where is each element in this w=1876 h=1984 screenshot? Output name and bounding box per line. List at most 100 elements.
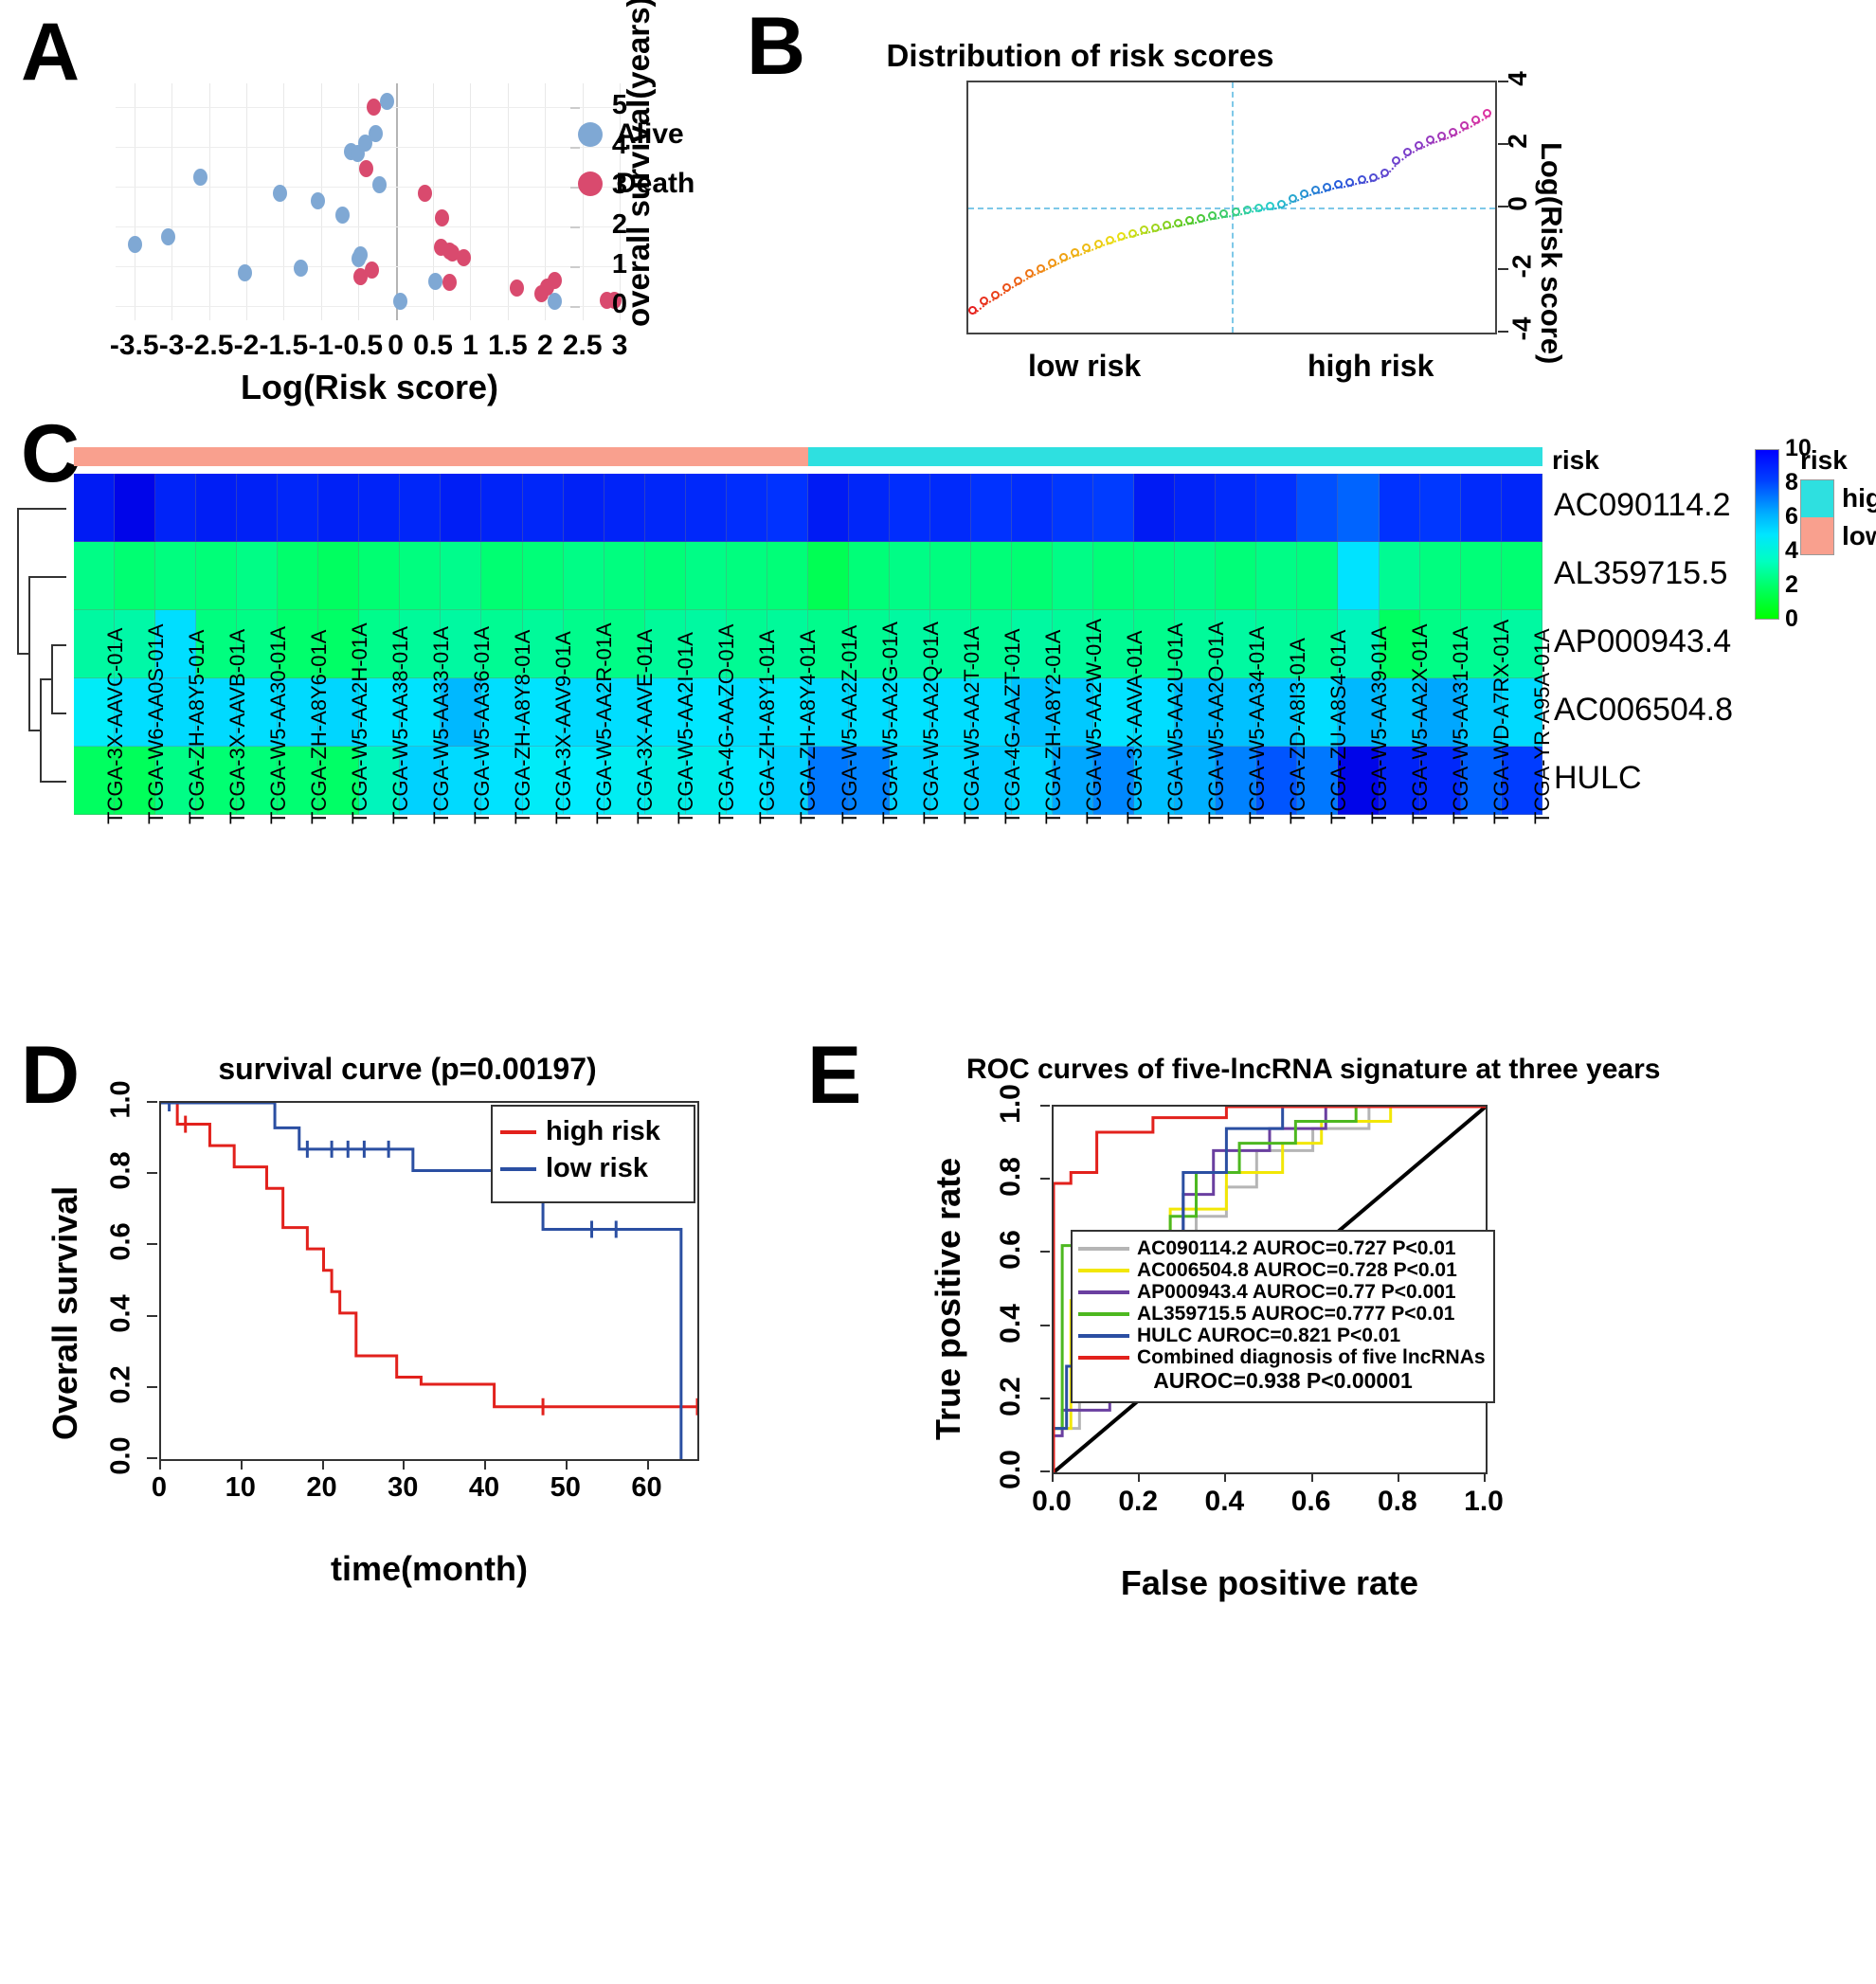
panel-e-y-tickmark <box>1040 1105 1050 1107</box>
panel-d-y-tick: 0.4 <box>105 1293 136 1333</box>
heatmap-cell <box>563 542 604 610</box>
heatmap-sample-label: TCGA-W5-AA2U-01A <box>1163 622 1187 824</box>
panel-e-y-tickmark <box>1040 1324 1050 1326</box>
heatmap-sample-label: TCGA-ZH-A8Y8-01A <box>511 629 535 824</box>
panel-e-x-tickmark <box>1397 1472 1399 1482</box>
panel-e-y-tick: 0.6 <box>995 1230 1026 1271</box>
risk-track-segment-high <box>1256 447 1298 466</box>
panel-d-y-tickmark <box>147 1457 157 1459</box>
heatmap-cell <box>359 474 401 542</box>
panel-a-x-tick: -3 <box>158 330 185 361</box>
panel-a-y-tick: 5 <box>611 90 627 121</box>
scatter-point-alive <box>293 260 308 278</box>
heatmap-cell <box>1338 474 1380 542</box>
panel-a-letter: A <box>21 7 81 98</box>
panel-d-title: survival curve (p=0.00197) <box>218 1052 597 1086</box>
panel-b-y-tick: -4 <box>1506 316 1537 341</box>
legend-label-AL359715.5: AL359715.5 AUROC=0.777 P<0.01 <box>1137 1302 1455 1325</box>
panel-e-y-tickmark <box>1040 1251 1050 1254</box>
panel-a-x-tick: -2.5 <box>184 330 234 361</box>
panel-d-x-tick: 0 <box>151 1472 168 1503</box>
panel-a-scatter: A Log(Risk score) overall survival(years… <box>0 0 730 407</box>
heatmap-cell <box>115 474 156 542</box>
colorbar-tick: 4 <box>1785 537 1798 564</box>
scatter-point-death <box>456 249 471 267</box>
heatmap-cell <box>1053 542 1094 610</box>
panel-d-x-tick: 50 <box>550 1472 581 1503</box>
heatmap-sample-label: TCGA-W5-AA39-01A <box>1367 625 1392 824</box>
panel-b-low-risk-label: low risk <box>1028 349 1142 383</box>
heatmap-cell <box>155 474 197 542</box>
scatter-point-alive <box>238 263 253 281</box>
risk-track-segment-high <box>1460 447 1502 466</box>
scatter-point-alive <box>310 191 325 209</box>
risk-track-segment-low <box>74 447 116 466</box>
heatmap-cell <box>278 542 319 610</box>
panel-a-y-tickmark <box>570 306 580 309</box>
risk-track-segment-low <box>441 447 482 466</box>
heatmap-cell <box>400 542 442 610</box>
heatmap-sample-label: TCGA-W5-AA30-01A <box>265 625 290 824</box>
heatmap-sample-label: TCGA-ZU-A8S4-01A <box>1326 629 1351 824</box>
heatmap-cell <box>441 542 482 610</box>
risk-track-segment-high <box>848 447 890 466</box>
heatmap-cell <box>359 542 401 610</box>
heatmap-cell <box>74 542 116 610</box>
heatmap-cell <box>1501 474 1542 542</box>
panel-d-y-tick: 0.2 <box>105 1365 136 1404</box>
gridline-vertical <box>245 83 247 320</box>
heatmap-cell <box>196 474 238 542</box>
panel-a-y-tick: 1 <box>611 249 627 280</box>
heatmap-cell <box>1093 474 1135 542</box>
panel-e-roc-curves: E ROC curves of five-lncRNA signature at… <box>786 995 1876 1984</box>
gridline-vertical <box>395 83 398 320</box>
panel-b-high-risk-label: high risk <box>1308 349 1434 383</box>
risk-track-segment-low <box>767 447 808 466</box>
risk-track-segment-high <box>1297 447 1339 466</box>
heatmap-cell <box>278 474 319 542</box>
risk-track-segment-high <box>807 447 849 466</box>
heatmap-sample-label: TCGA-3X-AAVA-01A <box>1122 630 1146 824</box>
heatmap-cell <box>1134 474 1176 542</box>
legend-label-high-risk: high risk <box>546 1116 660 1146</box>
heatmap-cell <box>522 542 564 610</box>
scatter-point-death <box>435 209 450 227</box>
scatter-point-death <box>510 280 525 298</box>
panel-e-x-tick: 0.8 <box>1377 1486 1417 1517</box>
risk-track-segment-low <box>481 447 523 466</box>
heatmap-cell <box>726 542 767 610</box>
panel-e-y-axis-label: True positive rate <box>929 1157 967 1440</box>
panel-a-x-tick: -0.5 <box>334 330 384 361</box>
heatmap-cell <box>1419 542 1461 610</box>
heatmap-sample-label: TCGA-W5-AA2Z-01A <box>837 624 861 824</box>
risk-track-label: risk <box>1552 445 1599 475</box>
legend-line-HULC <box>1078 1333 1129 1338</box>
heatmap-cell <box>1379 474 1420 542</box>
risk-legend-swatch <box>1800 479 1834 555</box>
heatmap-cell <box>237 474 279 542</box>
heatmap-colorbar <box>1755 449 1779 620</box>
panel-b-y-tick: 2 <box>1502 134 1532 149</box>
scatter-point-death <box>442 274 458 292</box>
heatmap-cell <box>400 474 442 542</box>
panel-d-x-tickmark <box>240 1459 243 1470</box>
panel-e-x-tick: 0.2 <box>1118 1486 1159 1517</box>
risk-track-segment-high <box>1216 447 1257 466</box>
heatmap-row-label: AL359715.5 <box>1554 555 1728 591</box>
heatmap-cell <box>1379 542 1420 610</box>
heatmap-cell <box>1297 542 1339 610</box>
panel-e-x-tickmark <box>1310 1472 1313 1482</box>
heatmap-cell <box>807 542 849 610</box>
panel-a-x-tick: 2.5 <box>562 330 603 361</box>
risk-annotation-track <box>74 447 1542 466</box>
dendrogram <box>13 474 66 815</box>
scatter-point-alive <box>380 92 395 110</box>
heatmap-cell <box>604 542 645 610</box>
heatmap-sample-label: TCGA-W5-AA38-01A <box>388 625 412 824</box>
panel-b-y-tick: -2 <box>1506 254 1537 279</box>
panel-a-x-tick: 0.5 <box>413 330 453 361</box>
heatmap-sample-label: TCGA-W5-AA2X-01A <box>1408 623 1433 825</box>
legend-line-AL359715.5 <box>1078 1311 1129 1316</box>
heatmap-cell <box>1256 474 1298 542</box>
colorbar-tick: 0 <box>1785 605 1798 632</box>
